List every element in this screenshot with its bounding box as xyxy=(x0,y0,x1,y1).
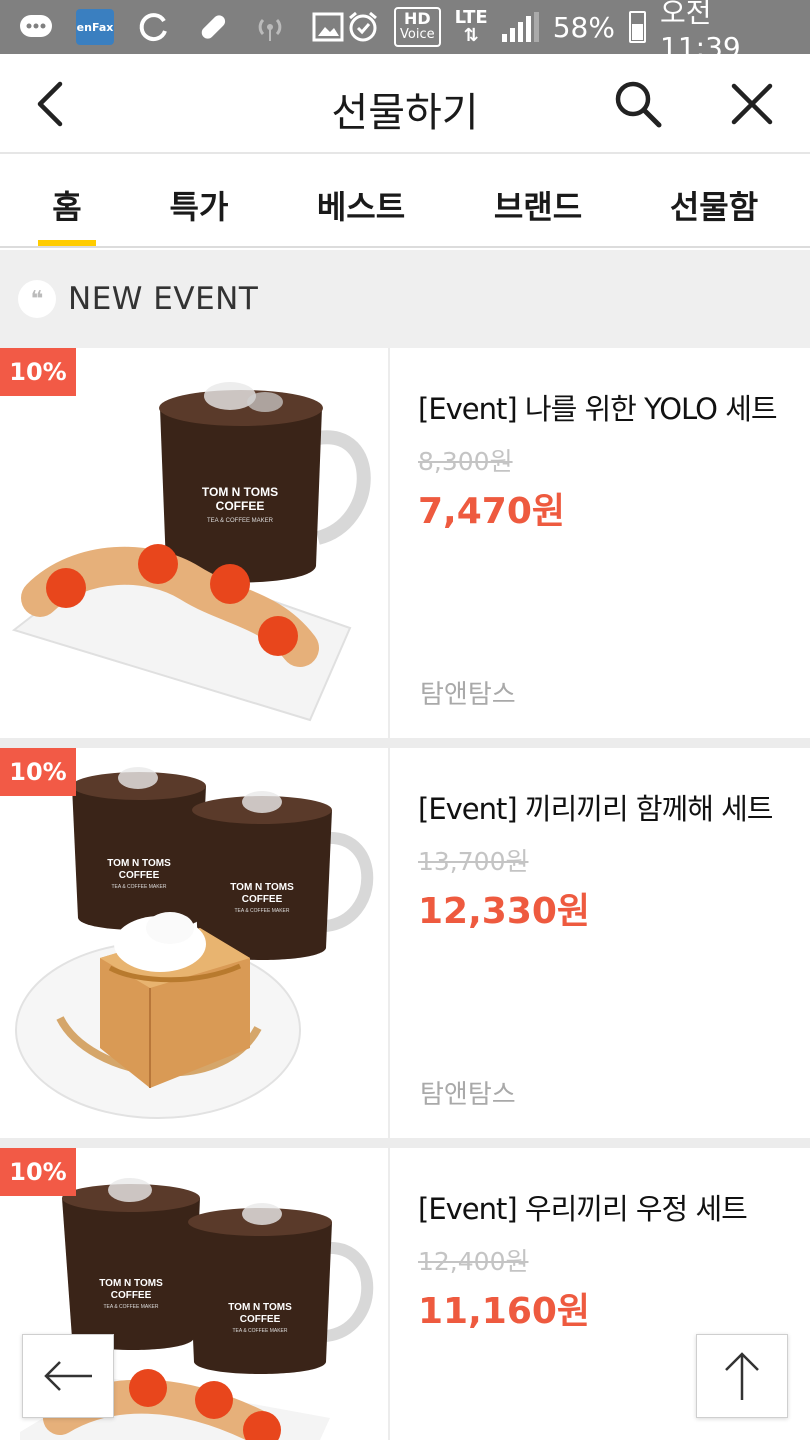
product-card[interactable]: TOM N TOMS COFFEE TEA & COFFEE MAKER TOM… xyxy=(0,1148,810,1440)
app-header: 선물하기 xyxy=(0,54,810,154)
mug-logo-text: COFFEE xyxy=(240,1314,281,1325)
tab-giftbox[interactable]: 선물함 xyxy=(618,156,810,246)
enfax-icon: enFax xyxy=(76,9,114,45)
mug-logo-text: COFFEE xyxy=(119,870,160,881)
divider xyxy=(0,738,810,748)
mug-logo-text: TEA & COFFEE MAKER xyxy=(103,1304,158,1310)
mug-logo-text: TOM N TOMS xyxy=(228,1302,292,1313)
hd-voice-indicator: HD Voice xyxy=(394,7,441,47)
discount-badge: 10% xyxy=(0,1148,76,1196)
tab-bar: 홈 특가 베스트 브랜드 선물함 xyxy=(0,156,810,248)
sale-price: 11,160원 xyxy=(418,1291,591,1332)
mug-logo-text: TOM N TOMS xyxy=(230,882,294,893)
status-bar: enFax HD Voice LTE ⇅ 58% 오전 11:39 xyxy=(0,0,810,64)
brand-name: 탐앤탐스 xyxy=(420,1080,516,1110)
product-card[interactable]: TOM N TOMS COFFEE TEA & COFFEE MAKER 10%… xyxy=(0,348,810,738)
search-icon[interactable] xyxy=(612,78,664,130)
divider xyxy=(0,1138,810,1148)
mug-logo-text: COFFEE xyxy=(242,894,283,905)
tab-best[interactable]: 베스트 xyxy=(264,156,458,246)
section-title: NEW EVENT xyxy=(68,281,259,317)
product-card[interactable]: TOM N TOMS COFFEE TEA & COFFEE MAKER TOM… xyxy=(0,748,810,1138)
mug-logo-text: TEA & COFFEE MAKER xyxy=(234,908,289,914)
discount-badge: 10% xyxy=(0,348,76,396)
pill-icon xyxy=(194,9,230,45)
go-back-button[interactable] xyxy=(22,1334,114,1418)
tab-brand[interactable]: 브랜드 xyxy=(458,156,618,246)
wireless-icon xyxy=(252,9,288,45)
close-icon[interactable] xyxy=(726,78,778,130)
left-arrow-icon xyxy=(44,1361,92,1391)
scroll-to-top-button[interactable] xyxy=(696,1334,788,1418)
original-price: 12,400원 xyxy=(418,1247,529,1276)
sale-price: 7,470원 xyxy=(418,491,565,532)
mug-logo-text: TOM N TOMS xyxy=(107,858,171,869)
mug-logo-text: TEA & COFFEE MAKER xyxy=(207,518,274,524)
mug-logo-text: COFFEE xyxy=(216,499,265,513)
up-arrow-icon xyxy=(725,1352,759,1400)
sale-price: 12,330원 xyxy=(418,891,591,932)
mug-logo-text: TOM N TOMS xyxy=(99,1278,163,1289)
discount-badge: 10% xyxy=(0,748,76,796)
product-image[interactable]: TOM N TOMS COFFEE TEA & COFFEE MAKER xyxy=(0,348,390,738)
original-price: 8,300원 xyxy=(418,447,513,476)
battery-icon xyxy=(628,11,647,43)
mug-logo-text: COFFEE xyxy=(111,1290,152,1301)
alarm-icon xyxy=(346,9,380,45)
mug-logo-text: TEA & COFFEE MAKER xyxy=(232,1328,287,1334)
product-name[interactable]: [Event] 끼리끼리 함께해 세트 xyxy=(418,786,773,828)
image-icon xyxy=(310,9,346,45)
brand-name: 탐앤탐스 xyxy=(420,680,516,710)
original-price: 13,700원 xyxy=(418,847,529,876)
page-title: 선물하기 xyxy=(331,90,479,136)
mug-logo-text: TEA & COFFEE MAKER xyxy=(111,884,166,890)
signal-icon xyxy=(501,12,539,42)
product-name[interactable]: [Event] 나를 위한 YOLO 세트 xyxy=(418,386,778,428)
product-name[interactable]: [Event] 우리끼리 우정 세트 xyxy=(418,1186,748,1228)
tab-special[interactable]: 특가 xyxy=(134,156,264,246)
tab-home[interactable]: 홈 xyxy=(0,156,134,246)
battery-percent: 58% xyxy=(552,10,615,44)
section-header: ❝ NEW EVENT xyxy=(0,250,810,348)
mug-logo-text: TOM N TOMS xyxy=(202,485,278,499)
lte-indicator: LTE ⇅ xyxy=(454,7,488,46)
quote-icon: ❝ xyxy=(18,280,56,318)
product-image[interactable]: TOM N TOMS COFFEE TEA & COFFEE MAKER TOM… xyxy=(0,748,390,1138)
sync-icon xyxy=(136,9,172,45)
chat-icon xyxy=(18,9,54,45)
